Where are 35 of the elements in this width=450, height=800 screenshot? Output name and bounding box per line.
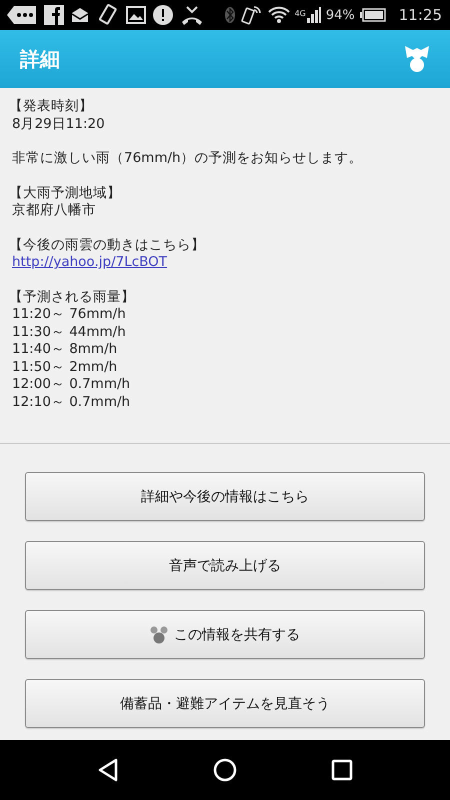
- section-heading: 【予測される雨量】: [9, 288, 136, 306]
- message-text: 非常に激しい雨（76mm/h）の予測をお知らせします。: [12, 150, 364, 168]
- action-button[interactable]: 備蓄品・避難アイテムを見直そう: [25, 679, 425, 728]
- network-type: 4G: [294, 9, 306, 18]
- back-icon[interactable]: [97, 758, 119, 782]
- message-text: 11:40～ 8mm/h: [12, 341, 118, 358]
- alert-icon: [152, 4, 174, 26]
- action-button[interactable]: 音声で読み上げる: [25, 541, 425, 590]
- mail-icon: [70, 5, 90, 25]
- image-icon: [126, 5, 146, 25]
- battery-percent: 94%: [326, 8, 355, 22]
- action-button[interactable]: 詳細や今後の情報はこちら: [25, 472, 425, 521]
- section-heading: 【発表時刻】: [9, 98, 94, 116]
- clock: 11:25: [398, 6, 442, 24]
- message-text: 11:30～ 44mm/h: [12, 324, 127, 341]
- section-heading: 【今後の雨雲の動きはこちら】: [9, 236, 206, 254]
- missed-call-icon: [180, 4, 204, 26]
- battery-icon: [360, 8, 386, 22]
- message-text: 11:20～ 76mm/h: [12, 306, 127, 324]
- message-text: 8月29日11:20: [12, 116, 106, 133]
- screen-title: 詳細: [20, 46, 60, 72]
- recents-icon[interactable]: [331, 759, 353, 781]
- more-notifications-icon: [6, 5, 38, 25]
- nfc-icon: [240, 4, 263, 26]
- message-text: 12:10～ 0.7mm/h: [12, 394, 132, 411]
- bluetooth-icon: [224, 5, 236, 25]
- signal-icon: [306, 7, 321, 23]
- action-button[interactable]: この情報を共有する: [25, 610, 425, 659]
- message-text: 12:00～ 0.7mm/h: [12, 376, 132, 394]
- wifi-icon: [268, 6, 290, 24]
- section-heading: 【大雨予測地域】: [9, 184, 122, 202]
- link[interactable]: http://yahoo.jp/7LcBOT: [12, 254, 168, 270]
- home-icon[interactable]: [213, 758, 237, 782]
- message-text: 11:50～ 2mm/h: [12, 358, 118, 376]
- message-text: 京都府八幡市: [12, 202, 97, 220]
